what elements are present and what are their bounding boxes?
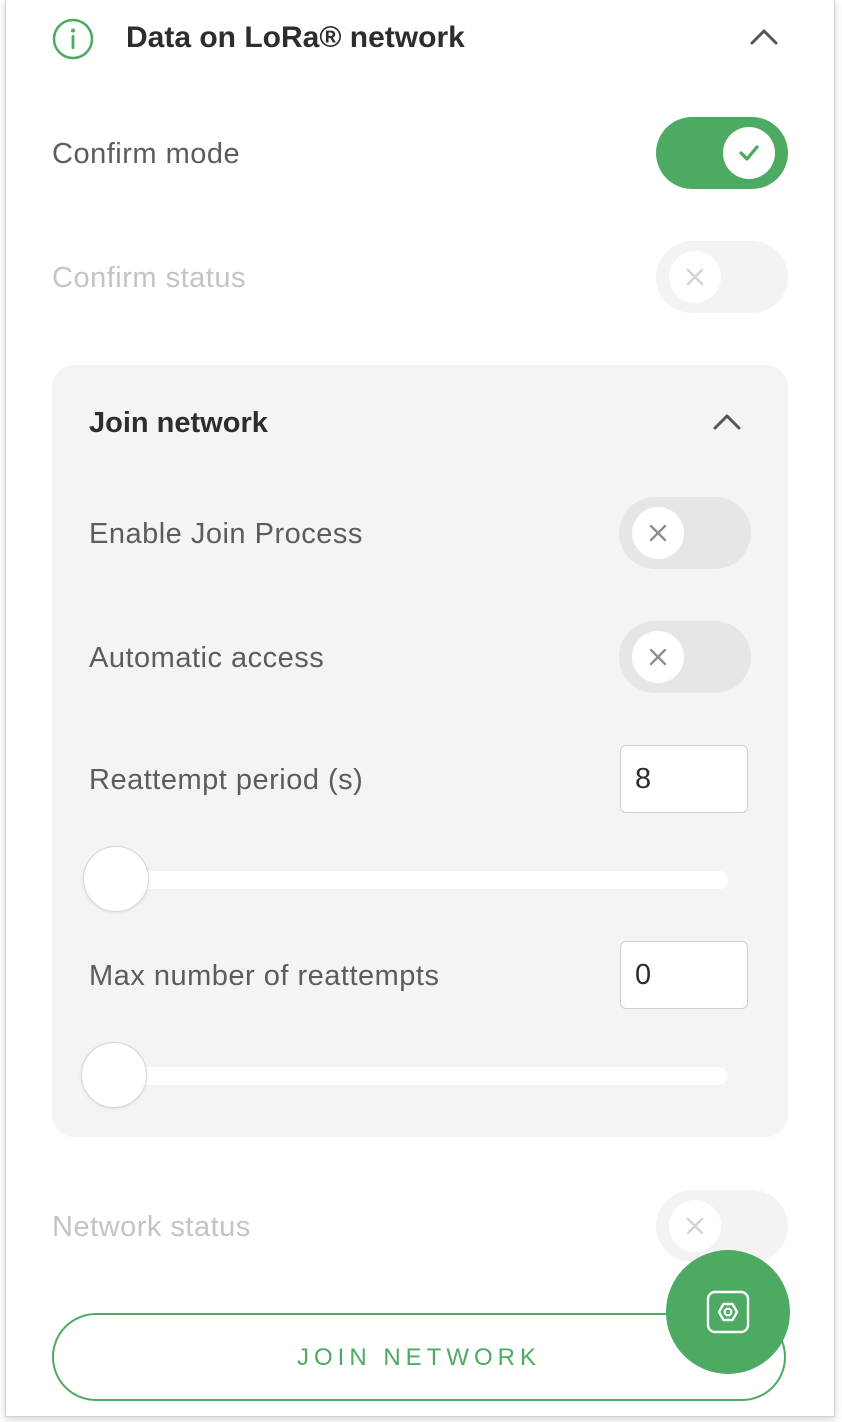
close-icon — [649, 524, 667, 542]
chevron-up-icon[interactable] — [749, 27, 779, 47]
reattempt-period-slider-thumb[interactable] — [83, 846, 149, 912]
confirm-status-label: Confirm status — [52, 262, 246, 294]
toggle-knob — [669, 1200, 721, 1252]
max-reattempts-input[interactable]: 0 — [620, 941, 748, 1009]
lora-panel: Data on LoRa® network Confirm mode Confi… — [5, 0, 835, 1417]
automatic-access-label: Automatic access — [89, 642, 325, 674]
automatic-access-toggle[interactable] — [619, 621, 751, 693]
join-network-card: Join network Enable Join Process Automat… — [52, 365, 788, 1137]
chevron-up-icon[interactable] — [712, 412, 742, 432]
max-reattempts-slider-track[interactable] — [116, 1067, 728, 1085]
toggle-knob — [632, 631, 684, 683]
section-title: Data on LoRa® network — [126, 21, 465, 54]
confirm-mode-toggle[interactable] — [656, 117, 788, 189]
max-reattempts-slider-thumb[interactable] — [81, 1042, 147, 1108]
join-network-title: Join network — [89, 407, 268, 439]
floating-action-button[interactable] — [666, 1250, 790, 1374]
reattempt-period-label: Reattempt period (s) — [89, 764, 364, 796]
close-icon — [686, 1217, 704, 1235]
reattempt-period-slider-track[interactable] — [116, 871, 728, 889]
toggle-knob — [723, 127, 775, 179]
enable-join-toggle[interactable] — [619, 497, 751, 569]
confirm-status-toggle[interactable] — [656, 241, 788, 313]
toggle-knob — [632, 507, 684, 559]
reattempt-period-input[interactable]: 8 — [620, 745, 748, 813]
close-icon — [649, 648, 667, 666]
max-reattempts-label: Max number of reattempts — [89, 960, 440, 992]
enable-join-label: Enable Join Process — [89, 518, 363, 550]
confirm-mode-label: Confirm mode — [52, 138, 241, 170]
toggle-knob — [669, 251, 721, 303]
close-icon — [686, 268, 704, 286]
check-icon — [739, 145, 759, 161]
network-status-label: Network status — [52, 1211, 251, 1243]
hexagon-settings-icon — [706, 1290, 750, 1334]
info-icon — [52, 18, 94, 60]
